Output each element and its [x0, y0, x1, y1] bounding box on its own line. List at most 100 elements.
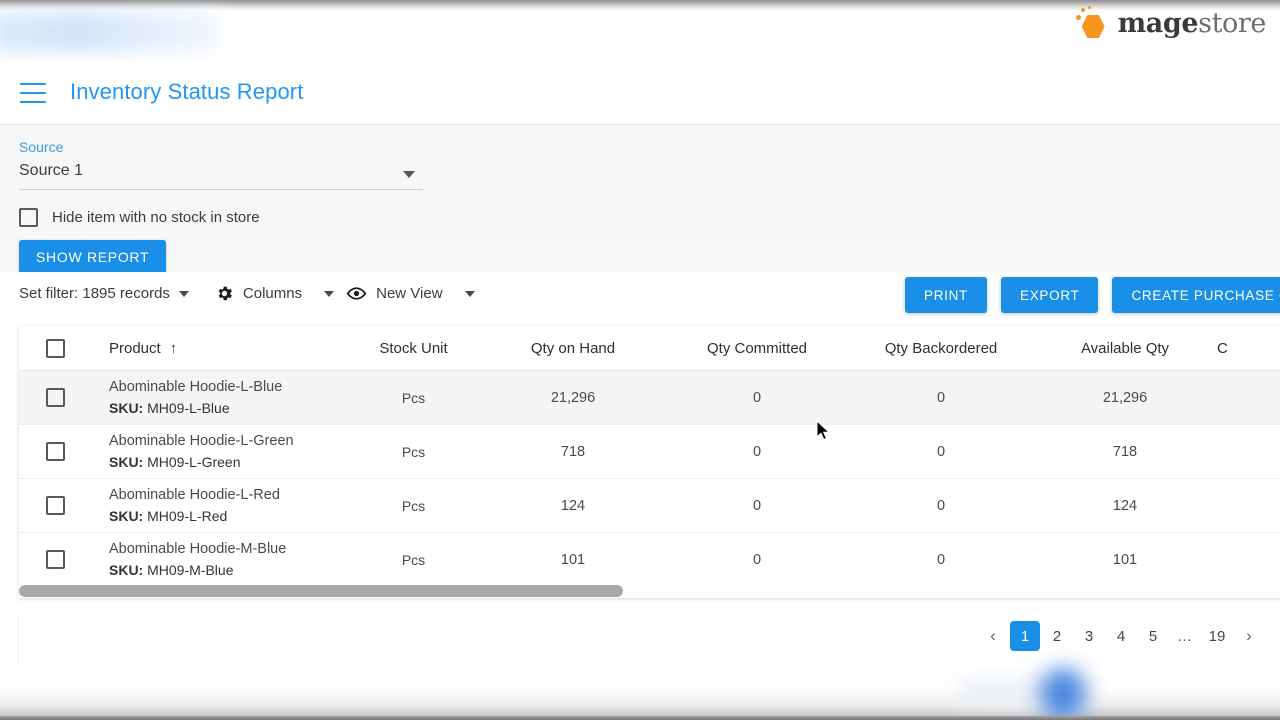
qty-committed-cell: 0: [752, 497, 762, 514]
qty-on-hand-cell: 124: [560, 497, 586, 514]
table-horizontal-scrollbar[interactable]: [19, 584, 1280, 598]
show-report-button[interactable]: SHOW REPORT: [19, 240, 167, 274]
pagination-next-button[interactable]: ›: [1234, 621, 1264, 651]
sort-ascending-icon: ↑: [169, 339, 178, 357]
bottom-blurred-button: [1040, 668, 1086, 720]
hide-no-stock-row[interactable]: Hide item with no stock in store: [19, 208, 260, 227]
pagination-page-19[interactable]: 19: [1202, 621, 1232, 651]
app-header: Inventory Status Report: [0, 60, 1280, 124]
sku-value: MH09-L-Blue: [147, 399, 230, 416]
pagination-ellipsis: …: [1177, 627, 1193, 645]
column-header-product-label: Product: [109, 339, 161, 357]
row-checkbox[interactable]: [45, 550, 65, 569]
product-sku: SKU: MH09-L-Red: [109, 506, 346, 526]
pagination-page-1[interactable]: 1: [1010, 621, 1040, 651]
product-name: Abominable Hoodie-L-Red: [109, 486, 280, 503]
sku-label: SKU:: [109, 507, 144, 524]
chevron-down-icon: [403, 171, 415, 178]
hide-no-stock-checkbox[interactable]: [19, 208, 38, 227]
row-checkbox[interactable]: [45, 388, 65, 407]
product-cell: Abominable Hoodie-L-Red SKU: MH09-L-Red: [91, 485, 346, 526]
qty-backordered-cell: 0: [936, 443, 946, 460]
logo-text-bold: mage: [1117, 7, 1199, 39]
pagination-bar: ‹ 1 2 3 4 5 … 19 ›: [19, 613, 1280, 666]
table-row[interactable]: Abominable Hoodie-L-Red SKU: MH09-L-Red …: [19, 479, 1280, 533]
print-button[interactable]: PRINT: [905, 277, 987, 313]
logo-text-light: store: [1198, 7, 1266, 39]
product-sku: SKU: MH09-M-Blue: [109, 560, 346, 580]
logo-wordmark: magestore: [1117, 7, 1267, 39]
sku-label: SKU:: [109, 561, 144, 578]
toolbar-action-buttons: PRINT EXPORT CREATE PURCHASE ORDER: [905, 277, 1280, 313]
set-filter-control[interactable]: Set filter: 1895 records: [19, 285, 189, 302]
sku-value: MH09-L-Green: [147, 453, 241, 470]
row-checkbox[interactable]: [45, 496, 65, 515]
table-horizontal-scrollbar-thumb[interactable]: [19, 585, 623, 597]
table-header-row: Product ↑ Stock Unit Qty on Hand Qty Com…: [19, 326, 1280, 371]
browser-tab-blurred: [0, 12, 220, 52]
table-row[interactable]: Abominable Hoodie-L-Green SKU: MH09-L-Gr…: [19, 425, 1280, 479]
qty-on-hand-cell: 101: [560, 551, 586, 568]
chevron-down-icon: [464, 290, 475, 297]
sku-value: MH09-M-Blue: [147, 561, 234, 578]
qty-backordered-cell: 0: [936, 551, 946, 568]
qty-on-hand-cell: 21,296: [550, 389, 596, 406]
inventory-table: Product ↑ Stock Unit Qty on Hand Qty Com…: [19, 326, 1280, 598]
source-select[interactable]: Source 1: [19, 162, 423, 190]
product-sku: SKU: MH09-L-Green: [109, 452, 346, 472]
available-qty-cell: 718: [1112, 443, 1138, 460]
source-selected-value: Source 1: [19, 162, 84, 179]
qty-committed-cell: 0: [752, 551, 762, 568]
magestore-logo: magestore: [1075, 6, 1266, 40]
export-button[interactable]: EXPORT: [1001, 277, 1099, 313]
select-all-cell: [19, 338, 91, 358]
row-select-cell: [19, 550, 91, 569]
pagination-prev-button[interactable]: ‹: [978, 621, 1008, 651]
gear-icon: [215, 284, 234, 303]
qty-on-hand-cell: 718: [560, 443, 586, 460]
pagination-page-5[interactable]: 5: [1138, 621, 1168, 651]
row-checkbox[interactable]: [45, 442, 65, 461]
pagination-page-4[interactable]: 4: [1106, 621, 1136, 651]
pagination-page-3[interactable]: 3: [1074, 621, 1104, 651]
hamburger-menu-icon[interactable]: [20, 82, 46, 103]
column-header-qty-on-hand[interactable]: Qty on Hand: [481, 340, 665, 357]
columns-label: Columns: [242, 285, 303, 302]
qty-committed-cell: 0: [752, 389, 762, 406]
filter-panel: Source Source 1 Hide item with no stock …: [0, 124, 1280, 274]
product-name: Abominable Hoodie-L-Green: [109, 432, 294, 449]
column-header-qty-backordered[interactable]: Qty Backordered: [849, 340, 1033, 357]
columns-control[interactable]: Columns: [215, 284, 335, 303]
grid-toolbar: Set filter: 1895 records Columns New Vie…: [0, 272, 1280, 322]
toolbar-left-group: Set filter: 1895 records Columns New Vie…: [19, 283, 475, 304]
source-label: Source: [19, 139, 64, 155]
chevron-down-icon: [324, 290, 335, 297]
qty-backordered-cell: 0: [936, 497, 946, 514]
chevron-down-icon: [178, 290, 189, 297]
stock-unit-cell: Pcs: [401, 551, 426, 568]
column-header-stock-unit[interactable]: Stock Unit: [346, 340, 481, 357]
product-cell: Abominable Hoodie-M-Blue SKU: MH09-M-Blu…: [91, 539, 346, 580]
available-qty-cell: 101: [1112, 551, 1138, 568]
create-purchase-order-button[interactable]: CREATE PURCHASE ORDER: [1112, 277, 1280, 313]
column-header-product[interactable]: Product ↑: [91, 340, 346, 357]
product-cell: Abominable Hoodie-L-Green SKU: MH09-L-Gr…: [91, 431, 346, 472]
sku-value: MH09-L-Red: [147, 507, 228, 524]
eye-icon: [346, 283, 367, 304]
select-all-checkbox[interactable]: [45, 338, 65, 358]
new-view-control[interactable]: New View: [346, 283, 475, 304]
table-row[interactable]: Abominable Hoodie-M-Blue SKU: MH09-M-Blu…: [19, 533, 1280, 587]
hide-no-stock-label: Hide item with no stock in store: [52, 209, 260, 226]
stock-unit-cell: Pcs: [401, 389, 426, 406]
bottom-chrome-strip: [0, 666, 1280, 720]
pagination-page-2[interactable]: 2: [1042, 621, 1072, 651]
column-header-qty-committed[interactable]: Qty Committed: [665, 340, 849, 357]
stock-unit-cell: Pcs: [401, 497, 426, 514]
pagination: ‹ 1 2 3 4 5 … 19 ›: [978, 621, 1264, 651]
set-filter-label: Set filter: 1895 records: [19, 285, 170, 302]
product-sku: SKU: MH09-L-Blue: [109, 398, 346, 418]
table-row[interactable]: Abominable Hoodie-L-Blue SKU: MH09-L-Blu…: [19, 371, 1280, 425]
column-header-partial[interactable]: C: [1217, 340, 1280, 357]
column-header-available-qty[interactable]: Available Qty: [1033, 340, 1217, 357]
available-qty-cell: 21,296: [1102, 389, 1148, 406]
